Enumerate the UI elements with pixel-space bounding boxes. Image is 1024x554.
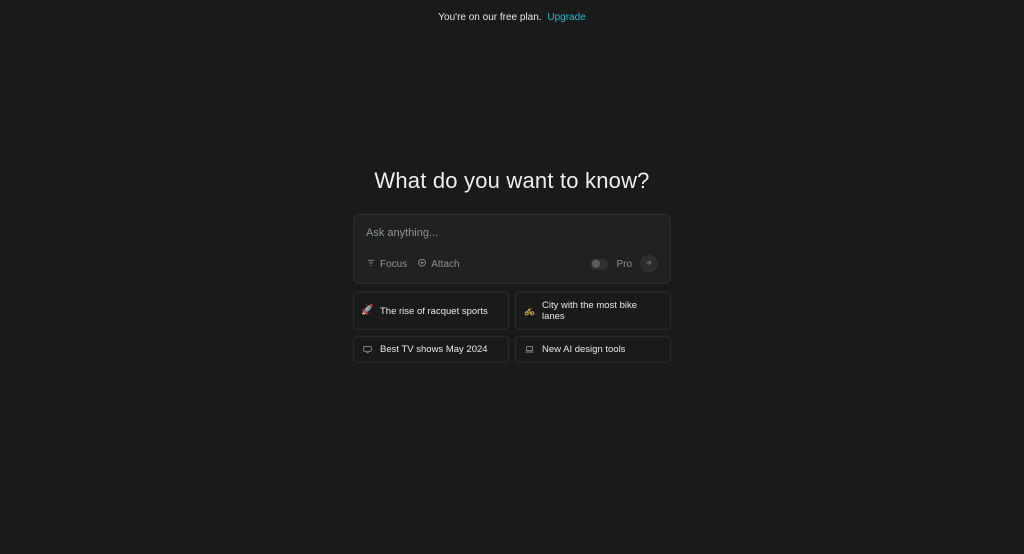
laptop-icon [524, 344, 535, 355]
search-left-controls: Focus Attach [366, 257, 460, 270]
suggestion-label: City with the most bike lanes [542, 300, 662, 322]
plus-circle-icon [417, 257, 427, 270]
page-title: What do you want to know? [374, 168, 649, 194]
upgrade-link[interactable]: Upgrade [547, 12, 585, 23]
search-box: Focus Attach Pro [353, 214, 671, 284]
pro-toggle-thumb [592, 260, 600, 268]
search-right-controls: Pro [590, 255, 658, 273]
tv-icon [362, 344, 373, 355]
focus-icon [366, 257, 376, 270]
plan-banner: You're on our free plan. Upgrade [0, 12, 1024, 23]
suggestion-card[interactable]: New AI design tools [515, 336, 671, 363]
focus-button[interactable]: Focus [366, 257, 407, 270]
suggestion-label: Best TV shows May 2024 [380, 344, 488, 355]
main-area: What do you want to know? Focus [353, 168, 671, 363]
suggestion-label: The rise of racquet sports [380, 305, 488, 316]
attach-label: Attach [431, 258, 459, 269]
rocket-icon: 🚀 [362, 305, 373, 316]
suggestion-card[interactable]: City with the most bike lanes [515, 292, 671, 330]
search-input[interactable] [366, 227, 658, 239]
pro-toggle[interactable] [590, 258, 608, 269]
suggestion-card[interactable]: 🚀 The rise of racquet sports [353, 292, 509, 330]
pro-label: Pro [616, 258, 632, 269]
suggestion-label: New AI design tools [542, 344, 625, 355]
suggestion-card[interactable]: Best TV shows May 2024 [353, 336, 509, 363]
submit-button[interactable] [640, 255, 658, 273]
attach-button[interactable]: Attach [417, 257, 459, 270]
focus-label: Focus [380, 258, 407, 269]
suggestion-grid: 🚀 The rise of racquet sports City with t… [353, 292, 671, 363]
arrow-right-icon [644, 257, 654, 270]
search-controls: Focus Attach Pro [366, 255, 658, 273]
plan-banner-text: You're on our free plan. [438, 12, 541, 23]
bike-icon [524, 305, 535, 316]
